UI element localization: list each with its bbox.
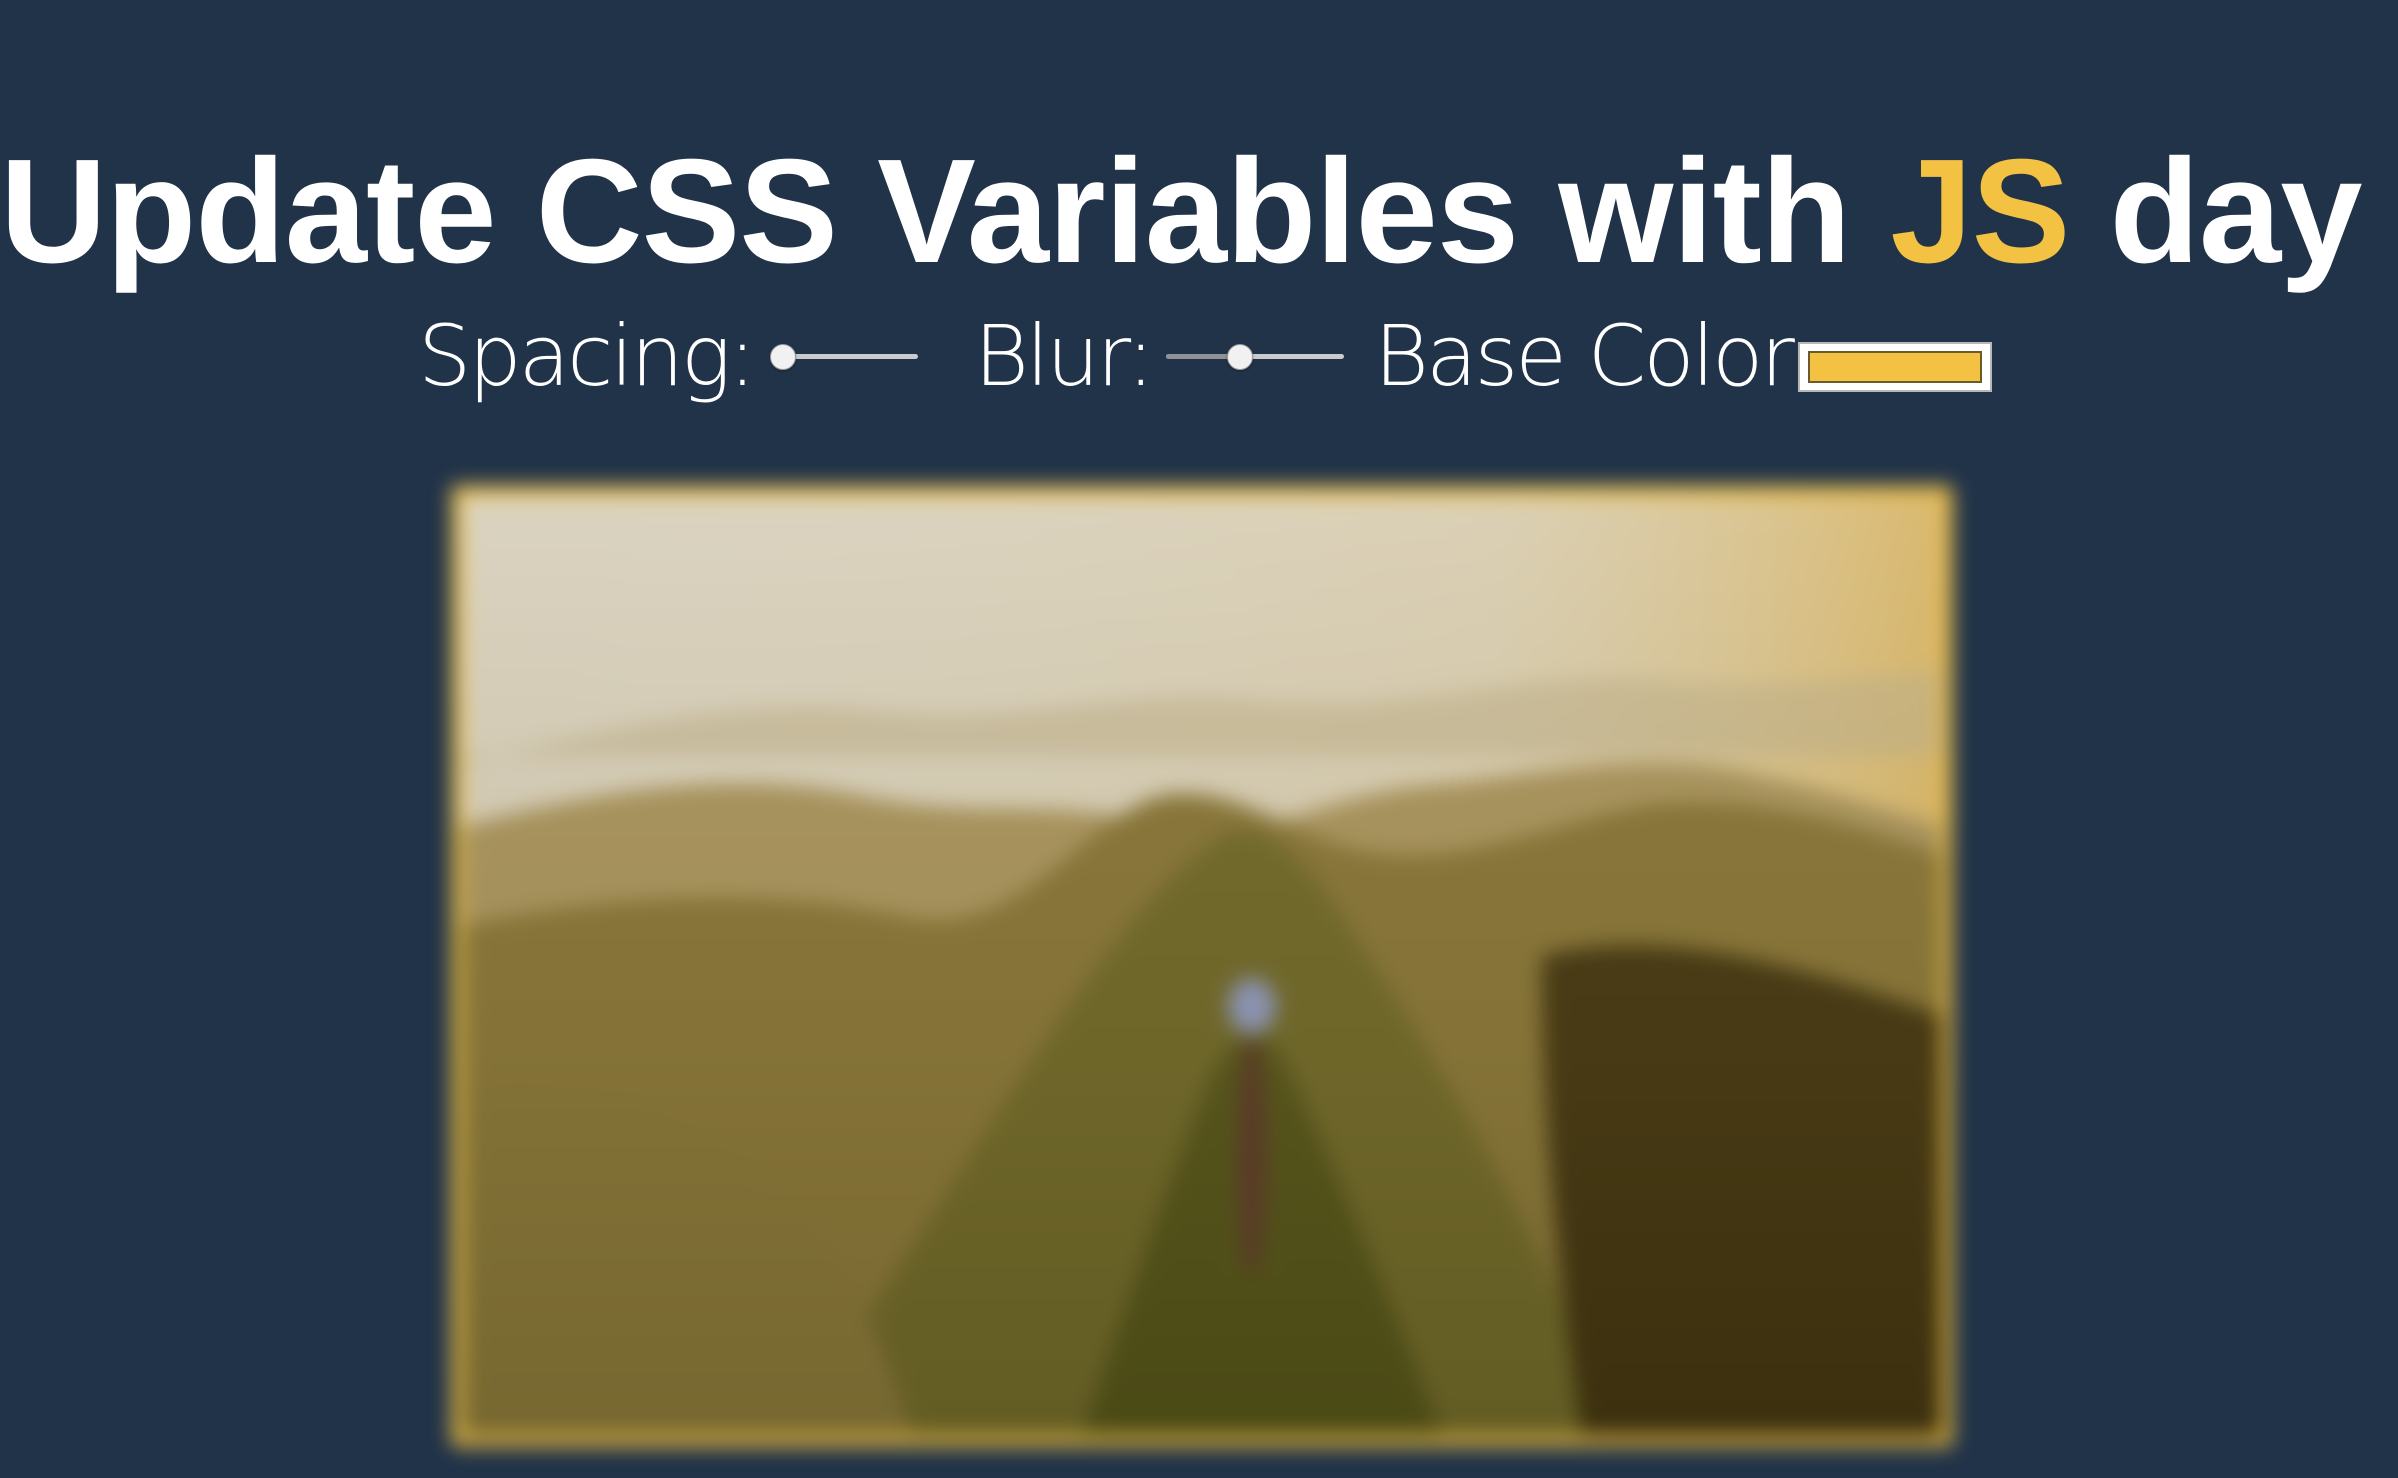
blur-label: Blur:: [974, 307, 1155, 405]
mountain-landscape-image: [462, 496, 1942, 1436]
spacing-label: Spacing:: [418, 307, 757, 405]
title-suffix: day 3: [2109, 129, 2398, 295]
title-text: Update CSS Variables with: [0, 129, 1891, 295]
controls-bar: Spacing: Blur: Base Color: [418, 296, 2018, 416]
base-color-swatch[interactable]: [1808, 351, 1982, 383]
page-title: Update CSS Variables with JS day 3: [0, 127, 2398, 297]
spacing-slider[interactable]: [770, 344, 918, 370]
blur-slider-thumb[interactable]: [1226, 344, 1253, 370]
base-color-picker[interactable]: [1798, 342, 1992, 392]
base-color-label: Base Color: [1374, 307, 1795, 405]
blur-slider[interactable]: [1166, 344, 1344, 370]
mountain-landscape-image-art: [462, 496, 1942, 1436]
spacing-slider-thumb[interactable]: [770, 344, 796, 370]
photo-frame: [452, 486, 1952, 1446]
title-highlight-js: JS: [1890, 129, 2070, 295]
